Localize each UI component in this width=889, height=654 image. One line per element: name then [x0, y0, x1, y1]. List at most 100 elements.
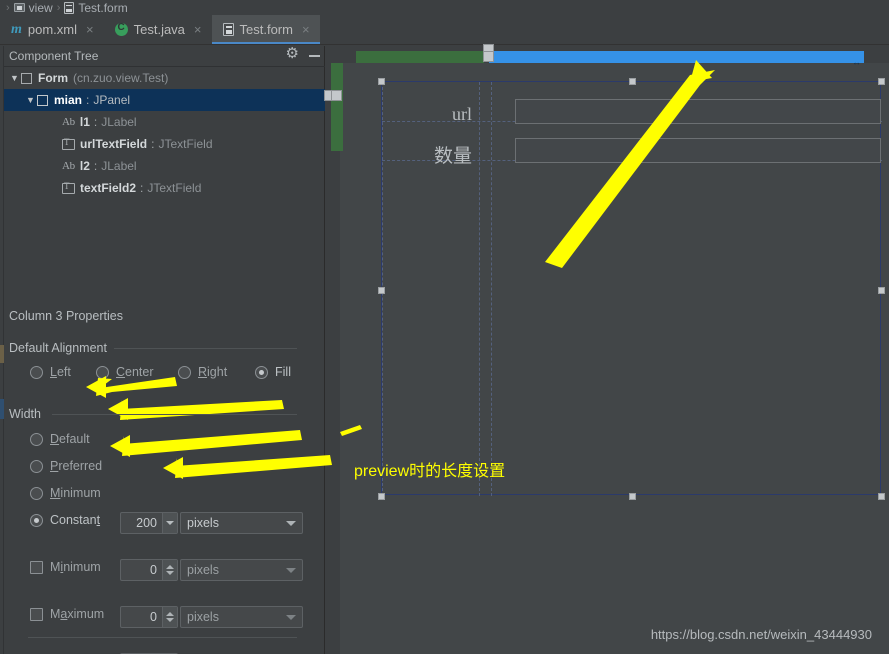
- radio-width-constant[interactable]: Constant: [30, 513, 100, 527]
- resize-handle-middle-left[interactable]: [378, 287, 385, 294]
- tab-pom-xml[interactable]: m pom.xml ×: [0, 15, 104, 44]
- label-ab-icon-l2: Ab: [62, 160, 75, 172]
- radio-width-minimum[interactable]: Minimum: [30, 486, 101, 500]
- editor-marker-strip[interactable]: [0, 46, 4, 654]
- editor-tab-bar: m pom.xml × Test.java × Test.form ×: [0, 15, 889, 45]
- watermark-url: https://blog.csdn.net/weixin_43444930: [650, 627, 872, 642]
- row-ruler[interactable]: [324, 63, 343, 654]
- minimum-units-dropdown[interactable]: pixels: [180, 559, 303, 581]
- resize-handle-bottom-right[interactable]: [878, 493, 885, 500]
- chevron-down-icon-units-maximum: [286, 614, 296, 620]
- constant-value-input[interactable]: 200: [121, 513, 162, 533]
- grid-guide: [479, 82, 480, 496]
- chevron-down-icon-minimum[interactable]: [166, 571, 174, 575]
- radio-icon-preferred: [30, 459, 43, 473]
- maximum-value-input[interactable]: 0: [121, 607, 162, 627]
- checkbox-width-maximum[interactable]: Maximum: [30, 607, 104, 621]
- tab-label-pom-xml: pom.xml: [27, 22, 78, 37]
- component-tree: ▼ Form (cn.zuo.view.Test) ▼ mian : JPane…: [0, 67, 325, 199]
- textfield-icon-url: [62, 137, 75, 150]
- horizontal-resize-icon[interactable]: ↔: [852, 58, 861, 67]
- twisty-icon-mian[interactable]: ▼: [24, 89, 37, 111]
- minimum-value-input[interactable]: 0: [121, 560, 162, 580]
- radio-width-preferred[interactable]: Preferred: [30, 459, 102, 473]
- resize-handle-top-center[interactable]: [629, 78, 636, 85]
- tab-test-form[interactable]: Test.form ×: [211, 15, 320, 44]
- radio-alignment-center[interactable]: Center: [96, 365, 154, 379]
- resize-handle-bottom-center[interactable]: [629, 493, 636, 500]
- column-ruler[interactable]: ↔: [326, 44, 889, 67]
- form-panel[interactable]: url 数量: [378, 78, 885, 500]
- checkbox-width-minimum[interactable]: Minimum: [30, 560, 101, 574]
- maximum-value-spinner[interactable]: 0: [120, 606, 178, 628]
- minimum-value-spinner[interactable]: 0: [120, 559, 178, 581]
- form-label-url[interactable]: url: [390, 104, 472, 125]
- tree-row-form[interactable]: ▼ Form (cn.zuo.view.Test): [0, 67, 325, 89]
- tree-label-l2: l2: [79, 159, 90, 173]
- tab-test-java[interactable]: Test.java ×: [104, 15, 212, 44]
- gui-form-icon: [222, 23, 234, 36]
- form-textfield-quantity[interactable]: [515, 138, 881, 163]
- chevron-down-icon-maximum[interactable]: [166, 618, 174, 622]
- maven-icon: m: [11, 21, 22, 37]
- tree-row-urltextfield[interactable]: urlTextField : JTextField: [0, 133, 325, 155]
- tree-type-l1: JLabel: [101, 115, 137, 129]
- radio-alignment-right[interactable]: Right: [178, 365, 227, 379]
- column-divider-handle[interactable]: [483, 51, 494, 62]
- tab-close-pom-xml[interactable]: ×: [86, 23, 94, 36]
- minimum-spinner-buttons[interactable]: [162, 560, 177, 580]
- radio-label-right: Right: [198, 365, 228, 379]
- maximum-units-dropdown[interactable]: pixels: [180, 606, 303, 628]
- form-label-quantity[interactable]: 数量: [390, 141, 472, 168]
- radio-icon-right: [178, 365, 191, 379]
- tree-label-l1: l1: [79, 115, 90, 129]
- radio-width-default[interactable]: Default: [30, 432, 90, 446]
- breadcrumb-item-form[interactable]: Test.form: [64, 1, 128, 15]
- constant-units-dropdown[interactable]: pixels: [180, 512, 303, 534]
- marker-warning: [0, 345, 4, 363]
- tree-row-mian[interactable]: ▼ mian : JPanel: [0, 89, 325, 111]
- chevron-down-icon-units-minimum: [286, 567, 296, 573]
- minimize-icon: [308, 55, 320, 57]
- tree-row-l1[interactable]: Ab l1 : JLabel: [0, 111, 325, 133]
- resize-handle-middle-right[interactable]: [878, 287, 885, 294]
- constant-spinner-buttons[interactable]: [162, 513, 177, 533]
- tree-sep-l1: :: [93, 115, 98, 129]
- settings-button[interactable]: [281, 46, 303, 67]
- radio-label-constant: Constant: [50, 513, 101, 527]
- grow-divider: [28, 637, 297, 638]
- twisty-icon-form[interactable]: ▼: [8, 67, 21, 89]
- row-ruler-segment-1[interactable]: [331, 63, 343, 151]
- checkbox-label-minimum: Minimum: [50, 560, 101, 574]
- design-canvas[interactable]: url 数量 preview时的长度设置: [326, 46, 889, 654]
- tree-row-textfield2[interactable]: textField2 : JTextField: [0, 177, 325, 199]
- column-ruler-segment-3-selected[interactable]: ↔: [489, 51, 864, 67]
- tree-row-l2[interactable]: Ab l2 : JLabel: [0, 155, 325, 177]
- column-ruler-segment-1[interactable]: [356, 51, 484, 63]
- tab-close-test-java[interactable]: ×: [194, 23, 202, 36]
- label-ab-icon-l1: Ab: [62, 116, 75, 128]
- gear-icon: [286, 46, 299, 63]
- resize-handle-bottom-left[interactable]: [378, 493, 385, 500]
- component-tree-panel: Component Tree ▼ Form (cn.zuo.view.Test)…: [0, 46, 325, 654]
- marker-info: [0, 399, 4, 419]
- design-canvas-surface[interactable]: url 数量 preview时的长度设置: [340, 63, 889, 654]
- chevron-down-icon-constant[interactable]: [166, 521, 174, 525]
- resize-handle-top-right[interactable]: [878, 78, 885, 85]
- tab-close-test-form[interactable]: ×: [302, 23, 310, 36]
- breadcrumb-item-view[interactable]: view: [13, 1, 53, 15]
- chevron-up-icon-minimum[interactable]: [166, 565, 174, 569]
- minimize-button[interactable]: [303, 46, 325, 67]
- radio-alignment-fill[interactable]: Fill: [255, 365, 291, 379]
- chevron-up-icon-maximum[interactable]: [166, 612, 174, 616]
- resize-handle-top-left[interactable]: [378, 78, 385, 85]
- form-textfield-url[interactable]: [515, 99, 881, 124]
- maximum-spinner-buttons[interactable]: [162, 607, 177, 627]
- minimum-units-value: pixels: [187, 563, 219, 577]
- component-tree-title: Component Tree: [9, 49, 99, 63]
- radio-label-center: Center: [116, 365, 154, 379]
- radio-alignment-left[interactable]: Left: [30, 365, 71, 379]
- row-divider-handle[interactable]: [331, 90, 342, 101]
- width-divider: [52, 414, 297, 415]
- constant-value-spinner[interactable]: 200: [120, 512, 178, 534]
